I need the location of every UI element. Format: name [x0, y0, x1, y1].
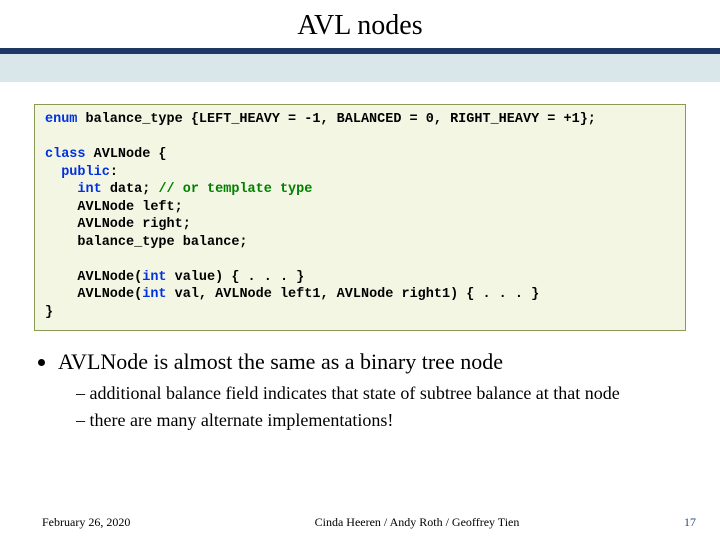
code-text: balance_type balance;	[45, 235, 248, 250]
keyword-int: int	[142, 287, 166, 302]
keyword-int: int	[77, 182, 101, 197]
code-text: AVLNode(	[45, 270, 142, 285]
keyword-int: int	[142, 270, 166, 285]
code-text	[45, 182, 77, 197]
keyword-enum: enum	[45, 112, 77, 127]
bullet-main: AVLNode is almost the same as a binary t…	[58, 349, 686, 432]
bullet-list: AVLNode is almost the same as a binary t…	[34, 349, 686, 432]
footer-credits: Cinda Heeren / Andy Roth / Geoffrey Tien	[162, 515, 672, 530]
code-text: val, AVLNode left1, AVLNode right1) { . …	[167, 287, 540, 302]
sub-bullet-list: additional balance field indicates that …	[58, 383, 686, 432]
code-text: :	[110, 165, 118, 180]
code-text: }	[45, 305, 53, 320]
footer-page-number: 17	[672, 515, 696, 530]
content-area: enum balance_type {LEFT_HEAVY = -1, BALA…	[0, 82, 720, 515]
code-text: AVLNode(	[45, 287, 142, 302]
divider-light	[0, 54, 720, 82]
code-text: AVLNode {	[86, 147, 167, 162]
footer: February 26, 2020 Cinda Heeren / Andy Ro…	[0, 515, 720, 540]
code-comment: // or template type	[158, 182, 312, 197]
keyword-class: class	[45, 147, 86, 162]
title-area: AVL nodes	[0, 0, 720, 42]
sub-bullet: there are many alternate implementations…	[76, 410, 686, 432]
code-text: balance_type {LEFT_HEAVY = -1, BALANCED …	[77, 112, 595, 127]
sub-bullet: additional balance field indicates that …	[76, 383, 686, 405]
code-text	[45, 165, 61, 180]
code-text: AVLNode right;	[45, 217, 191, 232]
slide-title: AVL nodes	[0, 10, 720, 42]
footer-date: February 26, 2020	[42, 515, 162, 530]
code-text: value) { . . . }	[167, 270, 305, 285]
bullet-main-text: AVLNode is almost the same as a binary t…	[58, 349, 503, 374]
keyword-public: public	[61, 165, 110, 180]
code-text: AVLNode left;	[45, 200, 183, 215]
code-block: enum balance_type {LEFT_HEAVY = -1, BALA…	[34, 104, 686, 331]
slide: AVL nodes enum balance_type {LEFT_HEAVY …	[0, 0, 720, 540]
code-text: data;	[102, 182, 159, 197]
